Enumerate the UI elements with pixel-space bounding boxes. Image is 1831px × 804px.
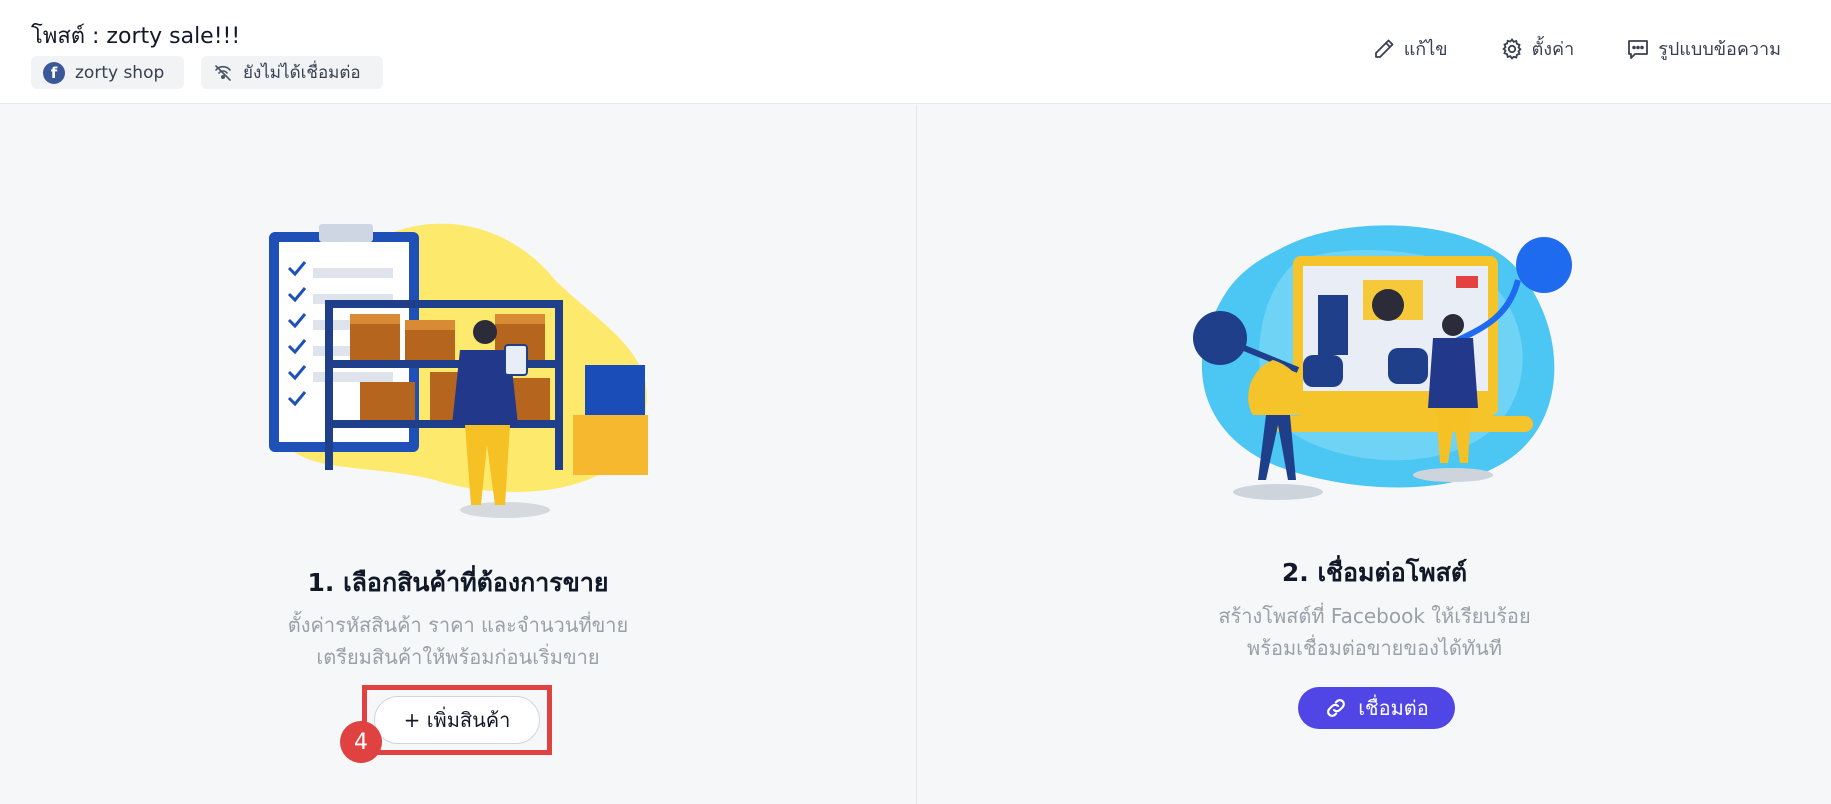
connection-status-label: ยังไม่ได้เชื่อมต่อ xyxy=(243,63,361,83)
connect-post-button[interactable]: เชื่อมต่อ xyxy=(1298,687,1455,729)
step2-title: 2. เชื่อมต่อโพสต์ xyxy=(1281,558,1468,587)
step2-description-line1: สร้างโพสต์ที่ Facebook ให้เรียบร้อย xyxy=(1218,604,1531,628)
chat-bubble-icon xyxy=(1628,39,1649,59)
edit-label: แก้ไข xyxy=(1403,39,1448,60)
step1-title: 1. เลือกสินค้าที่ต้องการขาย xyxy=(307,568,609,597)
step2-description-line2: พร้อมเชื่อมต่อขายของได้ทันที xyxy=(1247,636,1502,660)
annotation-step-badge: 4 xyxy=(340,721,382,763)
disconnected-icon xyxy=(213,63,233,83)
settings-button[interactable]: ตั้งค่า xyxy=(1500,34,1575,63)
gear-icon xyxy=(1501,37,1522,60)
pencil-icon xyxy=(1374,39,1394,58)
step1-panel: 1. เลือกสินค้าที่ต้องการขาย ตั้งค่ารหัสส… xyxy=(0,105,917,804)
settings-label: ตั้งค่า xyxy=(1531,39,1575,60)
step1-description-line2: เตรียมสินค้าให้พร้อมก่อนเริ่มขาย xyxy=(316,645,600,669)
connection-status-chip: ยังไม่ได้เชื่อมต่อ xyxy=(201,56,383,89)
step1-description-line1: ตั้งค่ารหัสสินค้า ราคา และจำนวนที่ขาย xyxy=(287,613,629,637)
message-format-button[interactable]: รูปแบบข้อความ xyxy=(1626,34,1781,63)
connect-post-label: เชื่อมต่อ xyxy=(1358,696,1429,720)
top-bar: โพสต์ : zorty sale!!! f zorty shop ยังไม… xyxy=(0,0,1831,104)
step2-panel: 2. เชื่อมต่อโพสต์ สร้างโพสต์ที่ Facebook… xyxy=(918,105,1831,804)
warehouse-illustration xyxy=(269,223,648,518)
message-format-label: รูปแบบข้อความ xyxy=(1658,39,1781,60)
edit-button[interactable]: แก้ไข xyxy=(1372,34,1448,63)
header-actions: แก้ไข ตั้งค่า รูปแบบข้อความ xyxy=(1320,34,1781,63)
link-icon xyxy=(1327,699,1346,717)
facebook-icon: f xyxy=(43,61,65,84)
shop-chip-label: zorty shop xyxy=(75,62,165,83)
post-title: โพสต์ : zorty sale!!! xyxy=(31,24,241,49)
connect-post-illustration xyxy=(1193,225,1572,500)
annotation-highlight-box xyxy=(362,685,552,755)
shop-chip[interactable]: f zorty shop xyxy=(31,56,184,89)
